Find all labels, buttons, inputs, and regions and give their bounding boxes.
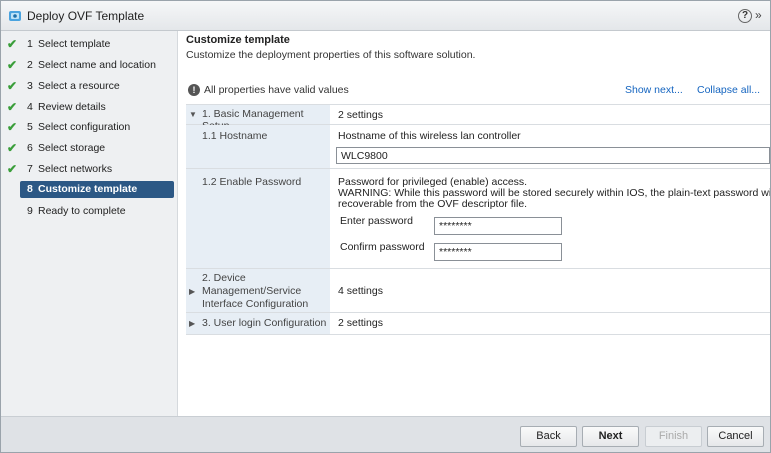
help-icon[interactable]: ? <box>738 9 752 23</box>
step-number: 4 <box>27 101 33 113</box>
collapse-all-link[interactable]: Collapse all... <box>697 84 760 96</box>
step-customize-template[interactable]: 8 Customize template <box>20 181 174 198</box>
step-label: Select storage <box>38 142 106 154</box>
property-enable-password: 1.2 Enable Password Password for privile… <box>186 169 770 269</box>
step-label: Select networks <box>38 163 113 175</box>
step-number: 5 <box>27 121 33 133</box>
step-number: 8 <box>27 183 33 195</box>
group-user-login-configuration[interactable]: ▶ 3. User login Configuration 2 settings <box>186 313 770 335</box>
step-select-name-location[interactable]: ✔ 2 Select name and location <box>7 57 174 74</box>
hostname-input[interactable] <box>336 147 770 164</box>
step-number: 1 <box>27 38 33 50</box>
group-value-cell: 2 settings <box>330 105 770 124</box>
group-count: 4 settings <box>338 285 383 297</box>
group-value-cell: 2 settings <box>330 313 770 334</box>
check-icon: ✔ <box>7 120 18 134</box>
step-select-resource[interactable]: ✔ 3 Select a resource <box>7 78 174 95</box>
info-icon: ! <box>188 84 200 96</box>
expand-icon[interactable]: » <box>755 8 761 22</box>
property-label-cell: 1.1 Hostname <box>186 125 330 168</box>
show-next-link[interactable]: Show next... <box>625 84 683 96</box>
caret-right-icon[interactable]: ▶ <box>189 287 195 296</box>
ovf-template-icon <box>9 11 21 21</box>
cancel-button[interactable]: Cancel <box>707 426 764 447</box>
group-count: 2 settings <box>338 109 383 121</box>
step-label: Customize template <box>38 183 138 195</box>
confirm-password-label: Confirm password <box>340 241 425 253</box>
check-icon: ✔ <box>7 37 18 51</box>
group-label: 3. User login Configuration <box>202 317 327 329</box>
property-value-cell: Hostname of this wireless lan controller <box>330 125 770 168</box>
step-number: 9 <box>27 205 33 217</box>
step-number: 2 <box>27 59 33 71</box>
step-number: 7 <box>27 163 33 175</box>
deploy-ovf-window: Deploy OVF Template ? » ✔ 1 Select templ… <box>0 0 771 453</box>
properties-table: ▼ 1. Basic Management Setup 2 settings 1… <box>186 104 770 364</box>
step-label: Select template <box>38 38 111 50</box>
group-label: 2. Device <box>202 272 246 284</box>
group-label-cell: ▼ 1. Basic Management Setup <box>186 105 330 132</box>
step-ready-to-complete[interactable]: 9 Ready to complete <box>7 203 174 220</box>
step-label: Select configuration <box>38 121 131 133</box>
validation-text: All properties have valid values <box>204 84 349 96</box>
caret-down-icon[interactable]: ▼ <box>189 110 197 119</box>
wizard-steps-sidebar: ✔ 1 Select template ✔ 2 Select name and … <box>1 31 178 416</box>
property-description: Hostname of this wireless lan controller <box>338 130 521 142</box>
group-count: 2 settings <box>338 317 383 329</box>
property-label: 1.1 Hostname <box>202 130 268 142</box>
step-label: Review details <box>38 101 106 113</box>
step-select-storage[interactable]: ✔ 6 Select storage <box>7 140 174 157</box>
step-label: Select name and location <box>38 59 156 71</box>
step-select-networks[interactable]: ✔ 7 Select networks <box>7 161 174 178</box>
check-icon: ✔ <box>7 162 18 176</box>
check-icon: ✔ <box>7 58 18 72</box>
enter-password-input[interactable] <box>434 217 562 235</box>
next-button[interactable]: Next <box>582 426 639 447</box>
property-label: 1.2 Enable Password <box>202 176 302 188</box>
property-value-cell: Password for privileged (enable) access.… <box>330 169 770 268</box>
group-label-cell: ▶ 3. User login Configuration <box>186 313 330 334</box>
title-bar: Deploy OVF Template ? » <box>1 1 770 31</box>
step-select-configuration[interactable]: ✔ 5 Select configuration <box>7 119 174 136</box>
check-icon: ✔ <box>7 141 18 155</box>
group-device-management[interactable]: ▶ 2. Device Management/Service Interface… <box>186 269 770 313</box>
page-subtitle: Customize the deployment properties of t… <box>186 49 476 61</box>
property-warning-cont: recoverable from the OVF descriptor file… <box>338 198 528 210</box>
back-button[interactable]: Back <box>520 426 577 447</box>
check-icon: ✔ <box>7 79 18 93</box>
group-label-line2: Management/Service <box>202 285 302 297</box>
property-hostname: 1.1 Hostname Hostname of this wireless l… <box>186 125 770 169</box>
enter-password-label: Enter password <box>340 215 413 227</box>
group-basic-management-setup[interactable]: ▼ 1. Basic Management Setup 2 settings <box>186 105 770 132</box>
confirm-password-input[interactable] <box>434 243 562 261</box>
window-title: Deploy OVF Template <box>27 9 145 23</box>
check-icon: ✔ <box>7 100 18 114</box>
group-label-cell: ▶ 2. Device Management/Service Interface… <box>186 269 330 312</box>
caret-right-icon[interactable]: ▶ <box>189 319 195 328</box>
step-number: 6 <box>27 142 33 154</box>
step-review-details[interactable]: ✔ 4 Review details <box>7 99 174 116</box>
property-label-cell: 1.2 Enable Password <box>186 169 330 268</box>
step-label: Ready to complete <box>38 205 126 217</box>
group-label-line3: Interface Configuration <box>202 298 309 310</box>
group-value-cell: 4 settings <box>330 269 770 312</box>
page-title: Customize template <box>186 34 290 46</box>
step-label: Select a resource <box>38 80 120 92</box>
finish-button[interactable]: Finish <box>645 426 702 447</box>
wizard-footer: Back Next Finish Cancel <box>1 416 770 452</box>
main-panel: Customize template Customize the deploym… <box>179 31 770 416</box>
step-select-template[interactable]: ✔ 1 Select template <box>7 36 174 53</box>
validation-status: ! All properties have valid values Show … <box>188 83 768 99</box>
step-number: 3 <box>27 80 33 92</box>
